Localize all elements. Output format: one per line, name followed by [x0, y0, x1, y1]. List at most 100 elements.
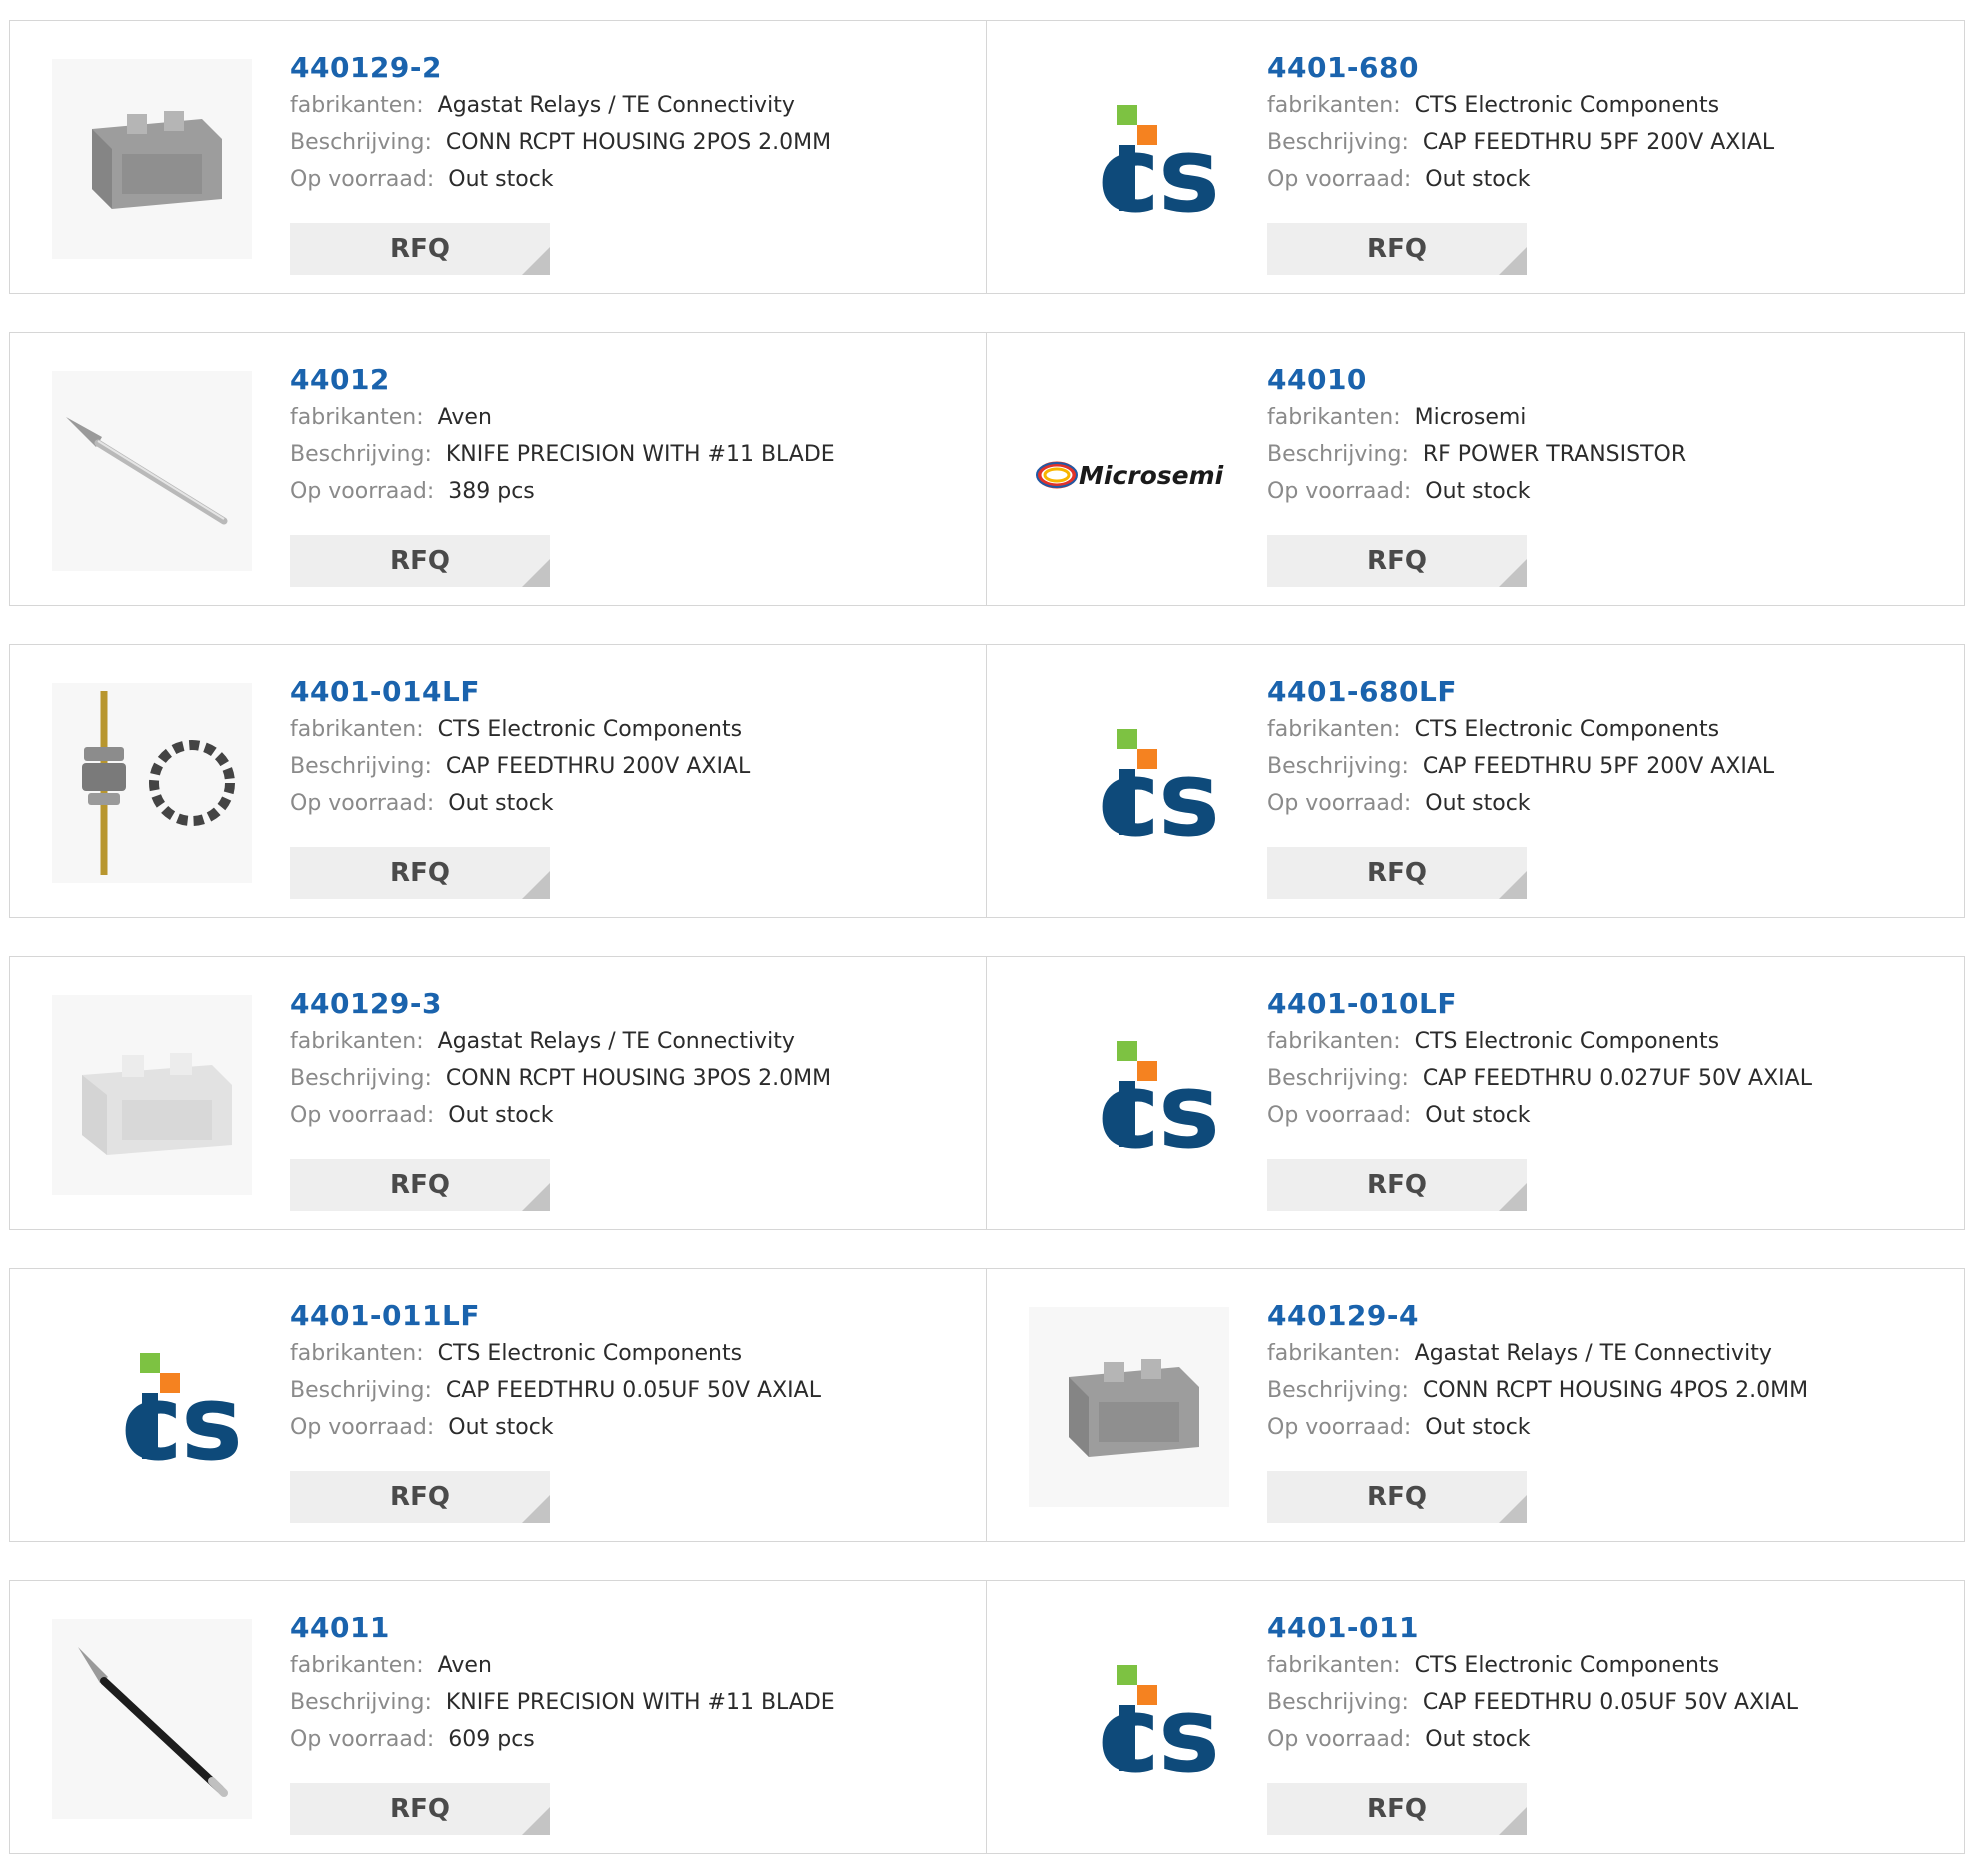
manufacturer-line: fabrikanten: Microsemi — [1267, 399, 1927, 436]
rfq-button[interactable]: RFQ — [1267, 535, 1527, 587]
corner-fold-icon — [522, 1183, 550, 1211]
product-info: 4401-014LF fabrikanten: CTS Electronic Com… — [290, 673, 950, 822]
stock-line: Op voorraad: Out stock — [290, 785, 950, 822]
cts-logo-image[interactable]: cs — [52, 1307, 252, 1507]
description-value: CAP FEEDTHRU 0.027UF 50V AXIAL — [1422, 1066, 1812, 1091]
description-value: CONN RCPT HOUSING 3POS 2.0MM — [445, 1066, 832, 1091]
product-card: cs 4401-680LF fabrikanten: CTS Electronic C… — [986, 644, 1965, 918]
precision-knife-image[interactable] — [52, 1619, 252, 1819]
svg-text:s: s — [1158, 1674, 1220, 1796]
precision-knife-image[interactable] — [52, 371, 252, 571]
product-info: 4401-011 fabrikanten: CTS Electronic Compo… — [1267, 1609, 1927, 1758]
description-value: CAP FEEDTHRU 5PF 200V AXIAL — [1422, 754, 1775, 779]
corner-fold-icon — [1499, 559, 1527, 587]
part-number-link[interactable]: 4401-011 — [1267, 1609, 1419, 1647]
part-number-link[interactable]: 4401-014LF — [290, 673, 480, 711]
manufacturer-label: fabrikanten: — [1267, 1653, 1401, 1678]
part-number-link[interactable]: 44012 — [290, 361, 390, 399]
description-value: CONN RCPT HOUSING 4POS 2.0MM — [1422, 1378, 1809, 1403]
manufacturer-label: fabrikanten: — [290, 405, 424, 430]
part-number-link[interactable]: 440129-3 — [290, 985, 442, 1023]
product-card: 440129-2 fabrikanten: Agastat Relays / TE … — [9, 20, 987, 294]
cts-logo-image[interactable]: cs — [1029, 683, 1229, 883]
feedthru-capacitor-image[interactable] — [52, 683, 252, 883]
part-number-link[interactable]: 4401-010LF — [1267, 985, 1457, 1023]
part-number-link[interactable]: 4401-680LF — [1267, 673, 1457, 711]
connector-housing-image[interactable] — [52, 995, 252, 1195]
manufacturer-line: fabrikanten: CTS Electronic Components — [290, 1335, 950, 1372]
manufacturer-line: fabrikanten: Agastat Relays / TE Connecti… — [290, 1023, 950, 1060]
description-line: Beschrijving: KNIFE PRECISION WITH #11 BL… — [290, 1684, 950, 1721]
corner-fold-icon — [1499, 247, 1527, 275]
manufacturer-line: fabrikanten: CTS Electronic Components — [1267, 1647, 1927, 1684]
description-value: KNIFE PRECISION WITH #11 BLADE — [445, 442, 835, 467]
product-card: cs 4401-011 fabrikanten: CTS Electronic Com… — [986, 1580, 1965, 1854]
microsemi-logo-image[interactable]: Microsemi — [1029, 371, 1229, 571]
product-row: 44011 fabrikanten: Aven Beschrijving: KNIFE … — [9, 1580, 1965, 1854]
stock-value: Out stock — [1425, 1103, 1531, 1128]
rfq-button[interactable]: RFQ — [290, 535, 550, 587]
description-label: Beschrijving: — [290, 754, 432, 779]
rfq-button[interactable]: RFQ — [290, 1159, 550, 1211]
description-value: CAP FEEDTHRU 200V AXIAL — [445, 754, 751, 779]
description-label: Beschrijving: — [1267, 754, 1409, 779]
product-info: 44012 fabrikanten: Aven Beschrijving: KNIFE … — [290, 361, 950, 510]
rfq-button[interactable]: RFQ — [290, 1471, 550, 1523]
stock-line: Op voorraad: Out stock — [290, 161, 950, 198]
stock-label: Op voorraad: — [1267, 1727, 1412, 1752]
rfq-button[interactable]: RFQ — [1267, 847, 1527, 899]
stock-label: Op voorraad: — [1267, 479, 1412, 504]
product-info: 440129-3 fabrikanten: Agastat Relays / TE … — [290, 985, 950, 1134]
description-line: Beschrijving: CONN RCPT HOUSING 3POS 2.0M… — [290, 1060, 950, 1097]
product-card: cs 4401-680 fabrikanten: CTS Electronic Com… — [986, 20, 1965, 294]
product-info: 4401-011LF fabrikanten: CTS Electronic Com… — [290, 1297, 950, 1446]
product-card: 44011 fabrikanten: Aven Beschrijving: KNIFE … — [9, 1580, 987, 1854]
rfq-button[interactable]: RFQ — [290, 223, 550, 275]
rfq-label: RFQ — [390, 546, 450, 576]
rfq-label: RFQ — [390, 858, 450, 888]
product-info: 4401-680 fabrikanten: CTS Electronic Compo… — [1267, 49, 1927, 198]
manufacturer-label: fabrikanten: — [290, 717, 424, 742]
rfq-label: RFQ — [390, 234, 450, 264]
connector-housing-image[interactable] — [1029, 1307, 1229, 1507]
product-card: 440129-3 fabrikanten: Agastat Relays / TE … — [9, 956, 987, 1230]
rfq-button[interactable]: RFQ — [290, 847, 550, 899]
manufacturer-label: fabrikanten: — [1267, 405, 1401, 430]
product-row: 440129-2 fabrikanten: Agastat Relays / TE … — [9, 20, 1965, 294]
part-number-link[interactable]: 44011 — [290, 1609, 390, 1647]
product-card: 4401-014LF fabrikanten: CTS Electronic Com… — [9, 644, 987, 918]
cts-logo-image[interactable]: cs — [1029, 59, 1229, 259]
product-grid: 440129-2 fabrikanten: Agastat Relays / TE … — [0, 0, 1965, 1854]
stock-value: 609 pcs — [448, 1727, 535, 1752]
description-value: CAP FEEDTHRU 5PF 200V AXIAL — [1422, 130, 1775, 155]
cts-logo-image[interactable]: cs — [1029, 995, 1229, 1195]
rfq-button[interactable]: RFQ — [1267, 1471, 1527, 1523]
corner-fold-icon — [1499, 1807, 1527, 1835]
manufacturer-value: CTS Electronic Components — [1414, 1029, 1720, 1054]
manufacturer-label: fabrikanten: — [1267, 717, 1401, 742]
stock-label: Op voorraad: — [290, 479, 435, 504]
rfq-button[interactable]: RFQ — [290, 1783, 550, 1835]
corner-fold-icon — [522, 871, 550, 899]
svg-text:s: s — [1158, 1050, 1220, 1172]
part-number-link[interactable]: 44010 — [1267, 361, 1367, 399]
part-number-link[interactable]: 4401-680 — [1267, 49, 1419, 87]
connector-housing-image[interactable] — [52, 59, 252, 259]
part-number-link[interactable]: 440129-4 — [1267, 1297, 1419, 1335]
cts-logo-image[interactable]: cs — [1029, 1619, 1229, 1819]
part-number-link[interactable]: 4401-011LF — [290, 1297, 480, 1335]
manufacturer-line: fabrikanten: Aven — [290, 399, 950, 436]
description-label: Beschrijving: — [1267, 442, 1409, 467]
corner-fold-icon — [522, 1495, 550, 1523]
svg-text:s: s — [1158, 738, 1220, 860]
stock-value: Out stock — [448, 1415, 554, 1440]
rfq-button[interactable]: RFQ — [1267, 1783, 1527, 1835]
rfq-button[interactable]: RFQ — [1267, 1159, 1527, 1211]
rfq-label: RFQ — [1367, 546, 1427, 576]
stock-line: Op voorraad: Out stock — [1267, 1721, 1927, 1758]
rfq-button[interactable]: RFQ — [1267, 223, 1527, 275]
manufacturer-line: fabrikanten: CTS Electronic Components — [1267, 1023, 1927, 1060]
product-card: 44012 fabrikanten: Aven Beschrijving: KNIFE … — [9, 332, 987, 606]
part-number-link[interactable]: 440129-2 — [290, 49, 442, 87]
description-label: Beschrijving: — [290, 442, 432, 467]
